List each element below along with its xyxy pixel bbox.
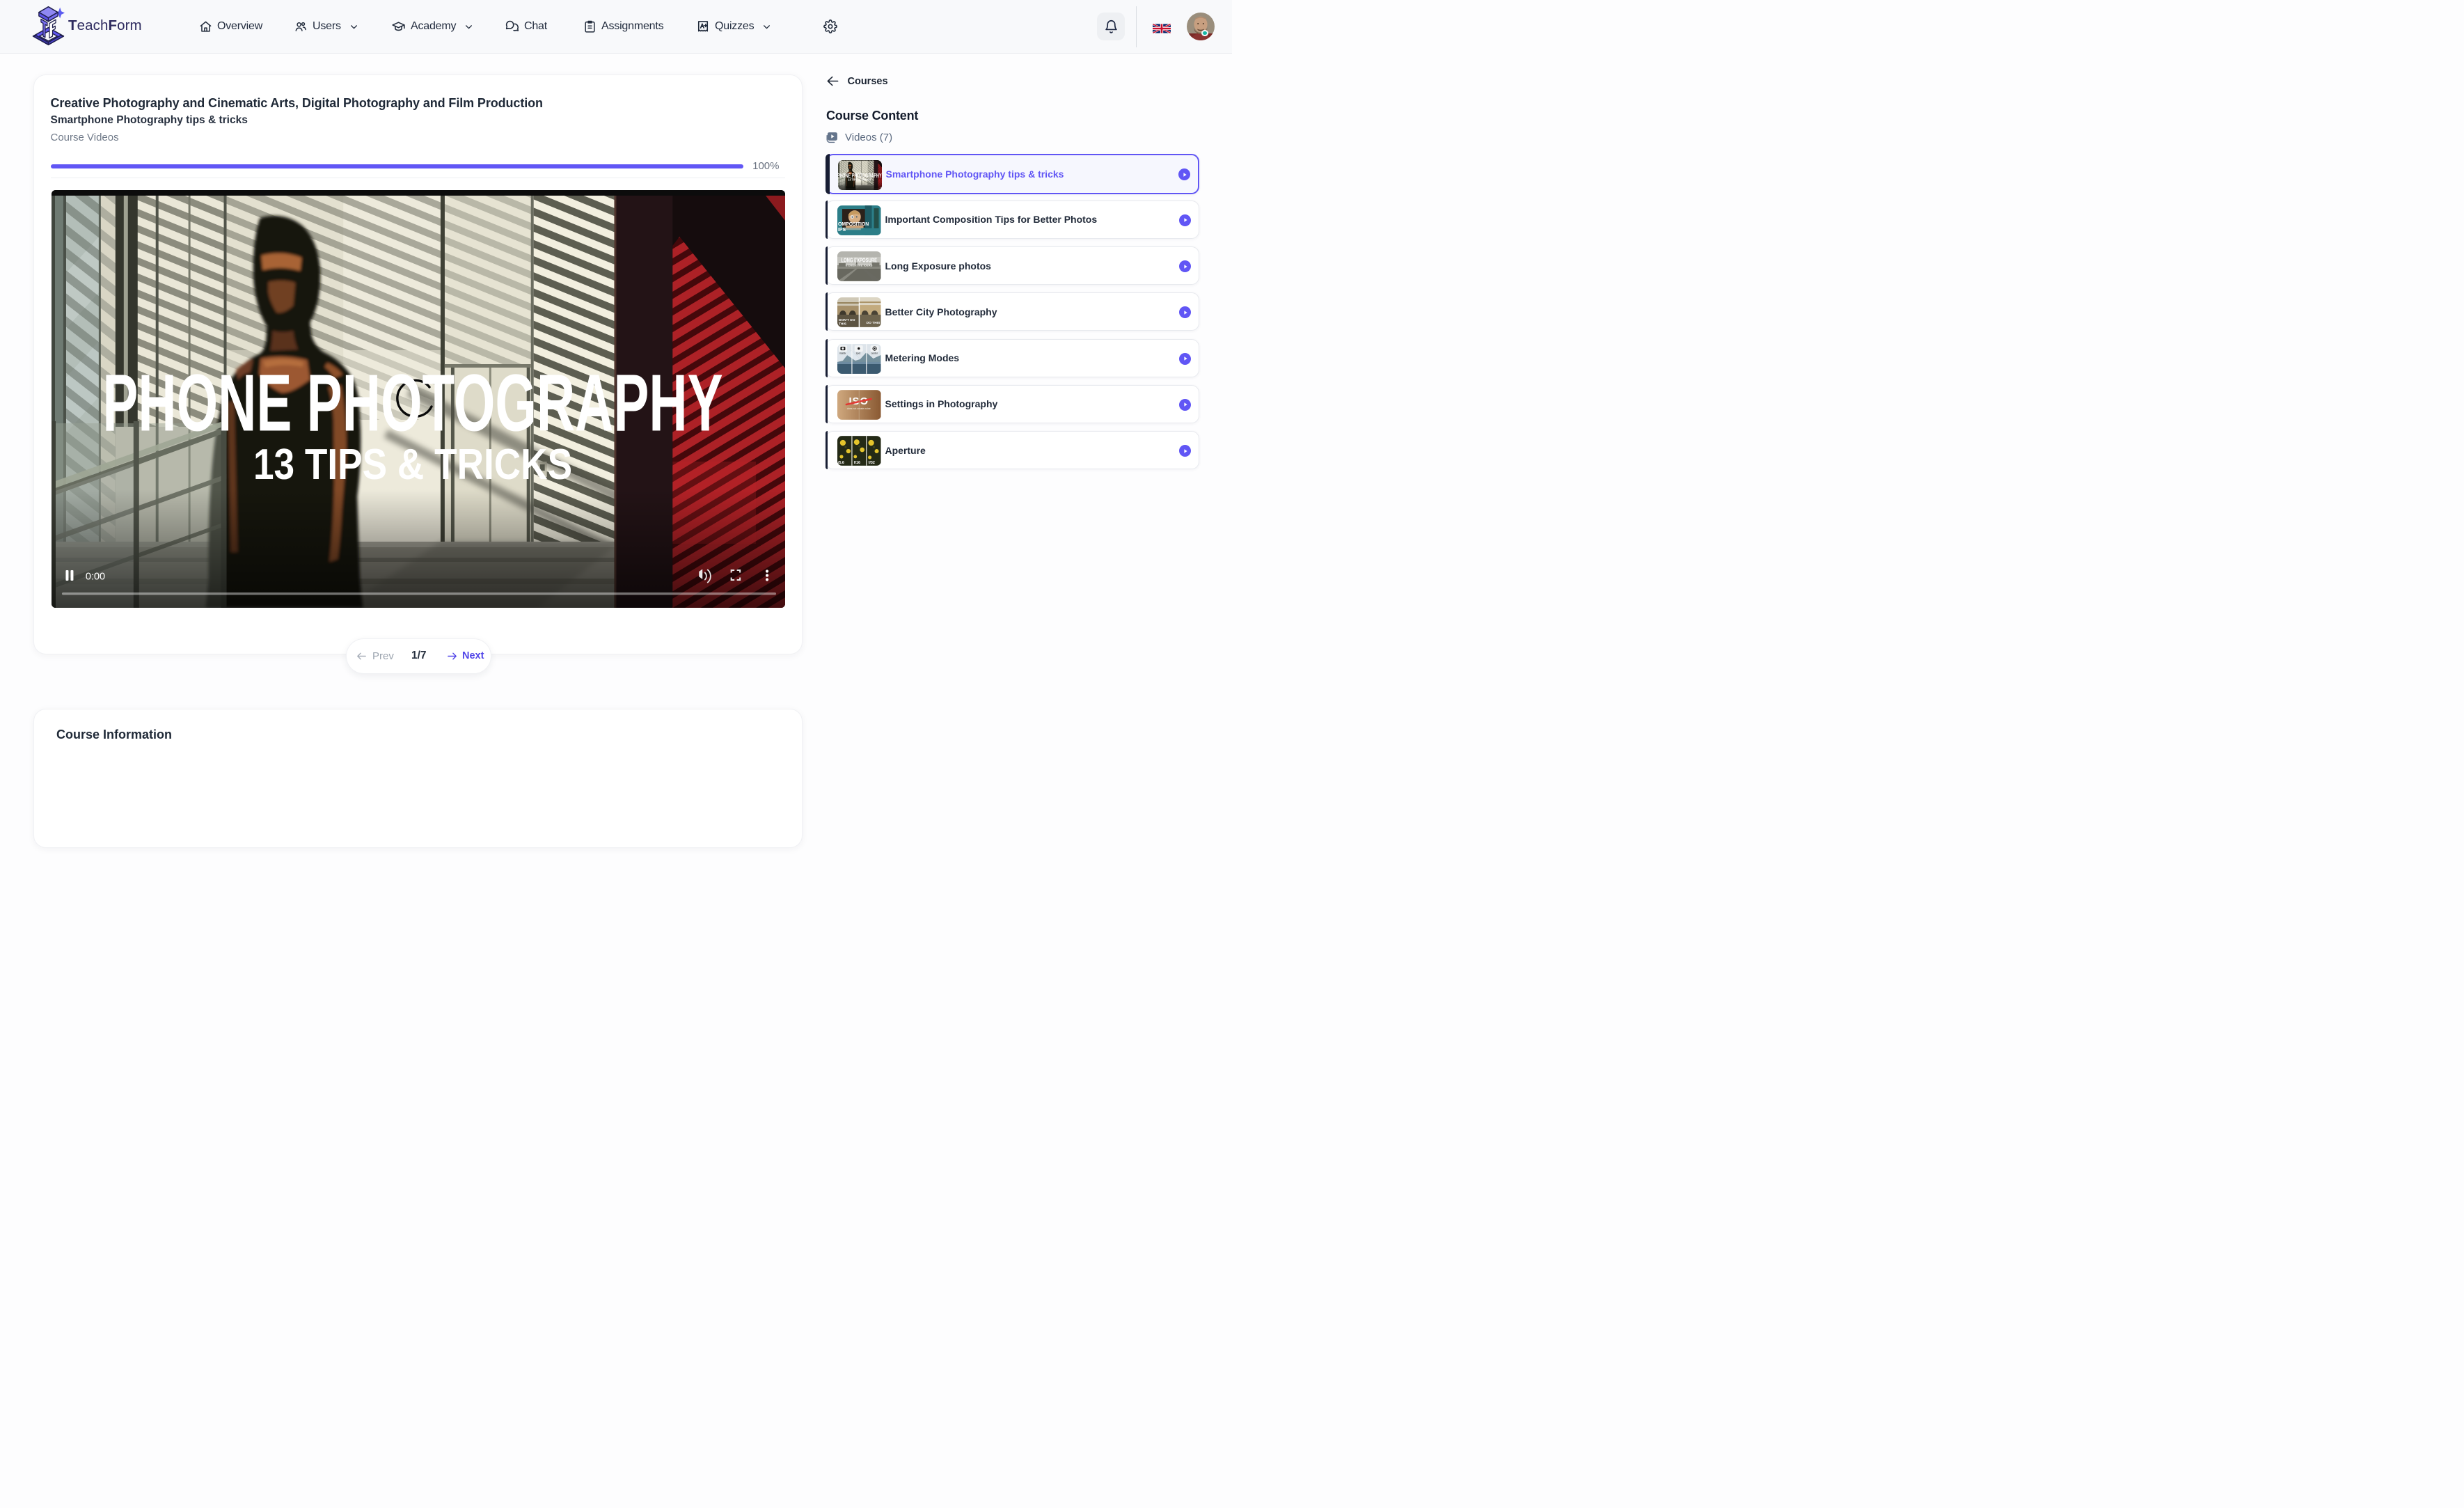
svg-text:IPS: IPS <box>838 227 846 232</box>
svg-text:spot: spot <box>856 352 860 354</box>
svg-text:OMPOSITION: OMPOSITION <box>838 221 869 226</box>
svg-text:DON'T DO: DON'T DO <box>839 318 855 322</box>
svg-text:/5.6: /5.6 <box>838 461 844 465</box>
svg-text:LONG EXPOSURE: LONG EXPOSURE <box>841 258 877 264</box>
svg-text:f/32: f/32 <box>869 461 875 465</box>
svg-text:matrix: matrix <box>839 352 846 354</box>
svg-text:6 CREATIVE IDEAS: 6 CREATIVE IDEAS <box>846 265 873 267</box>
svg-text:THIS: THIS <box>839 322 847 327</box>
svg-text:center: center <box>871 352 878 354</box>
svg-text:f/16: f/16 <box>854 461 860 465</box>
svg-text:DO THIS: DO THIS <box>867 321 880 325</box>
